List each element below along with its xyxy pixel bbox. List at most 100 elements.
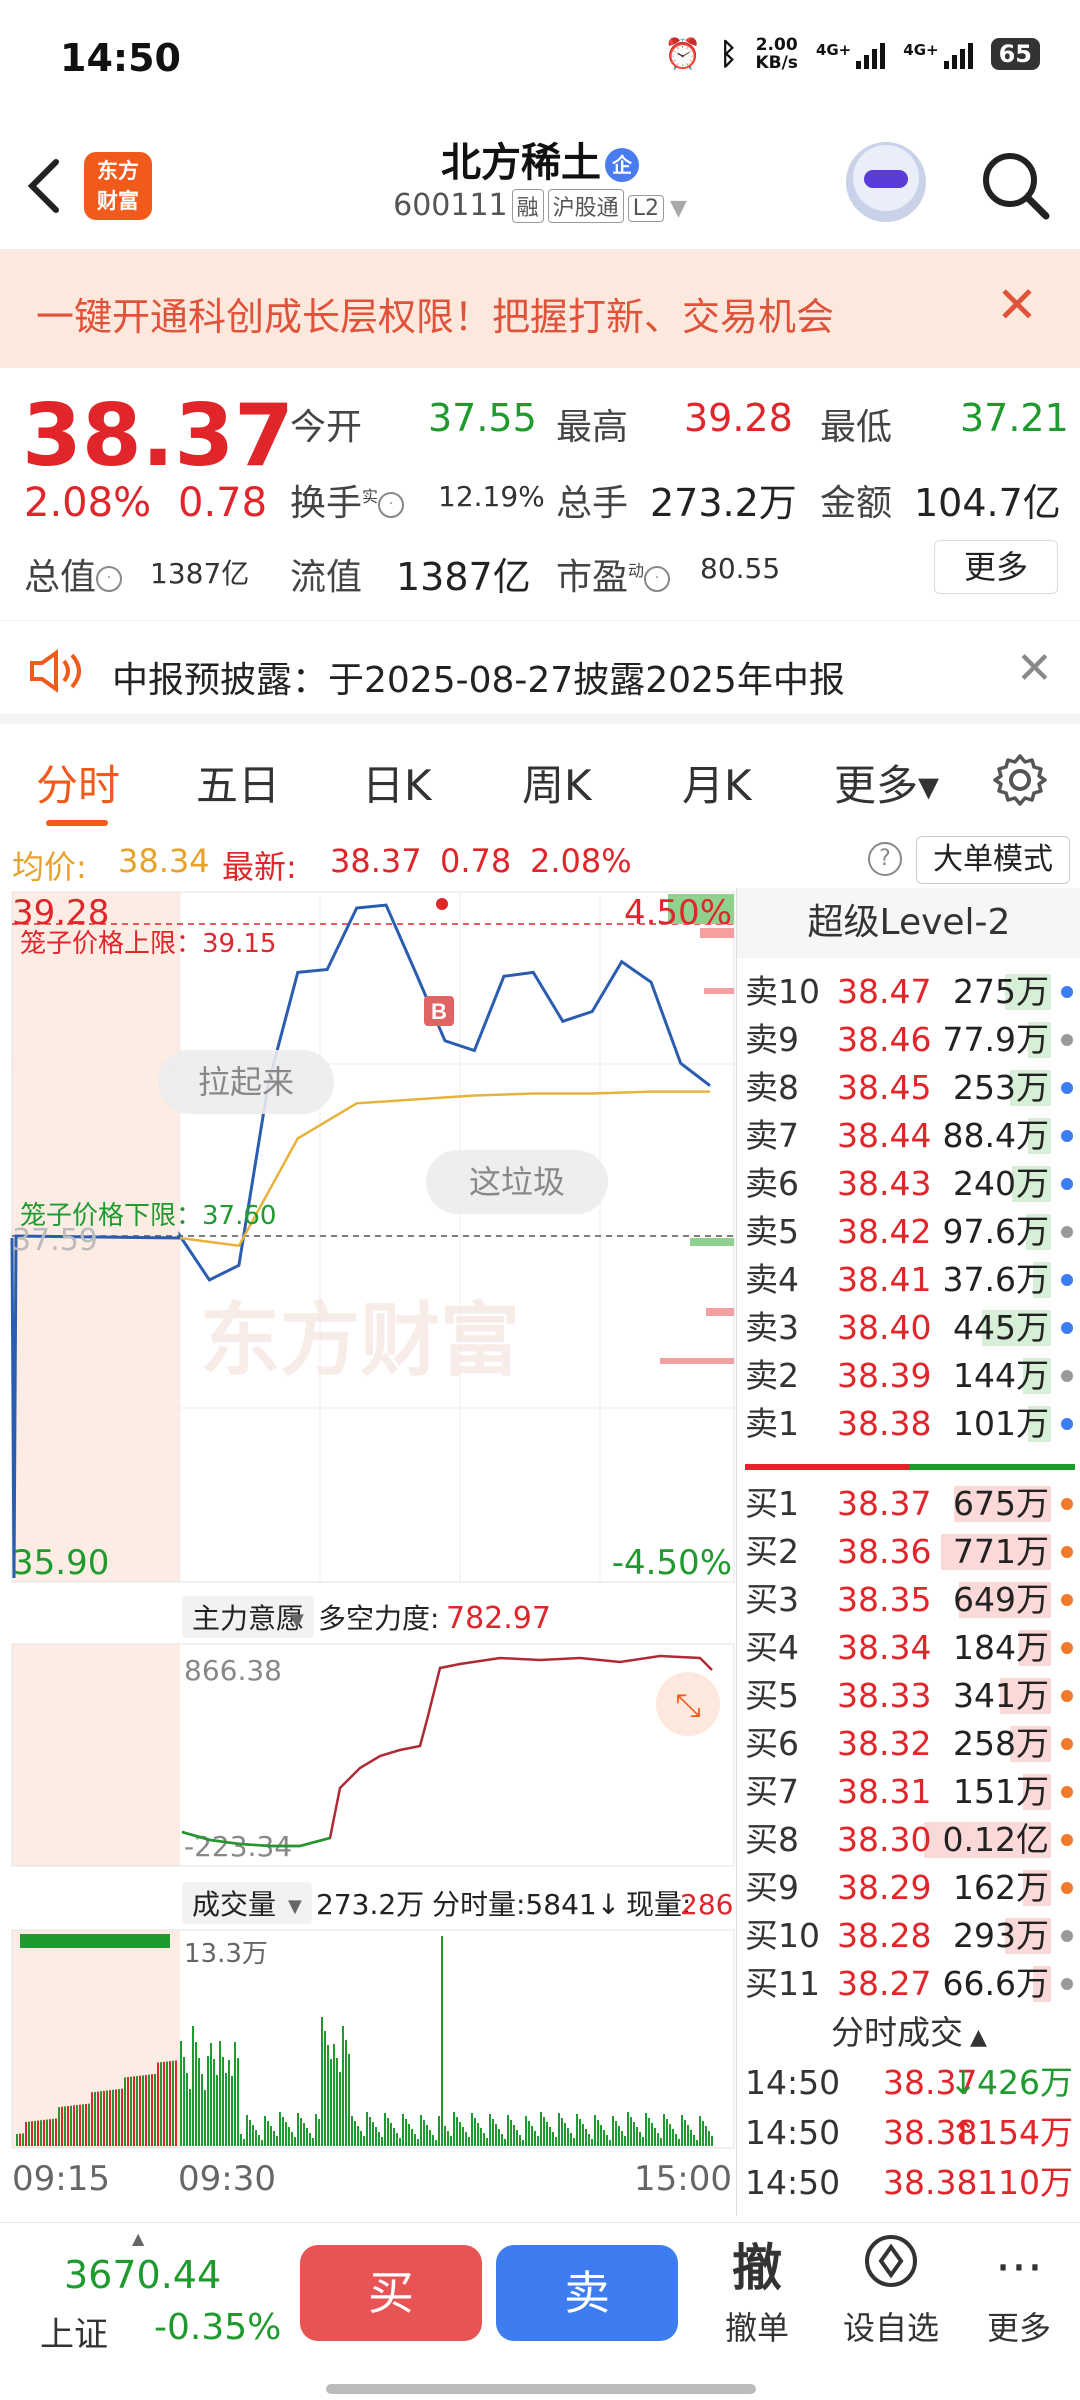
tab-five-day[interactable]: 五日 (196, 752, 280, 813)
bid-row[interactable]: 买3 38.35 649万 (745, 1576, 1077, 1624)
bid-row[interactable]: 买8 38.30 0.12亿 (745, 1816, 1077, 1864)
big-order-mode-button[interactable]: 大单模式 (916, 836, 1070, 884)
ind-top-label: 866.38 (184, 1654, 282, 1687)
volume-bar (489, 2114, 491, 2146)
ask-row[interactable]: 卖4 38.41 37.6万 (745, 1256, 1077, 1304)
ask-row[interactable]: 卖5 38.42 97.6万 (745, 1208, 1077, 1256)
volume-bar (231, 2076, 233, 2146)
volume-bar (195, 2042, 197, 2146)
ask-row[interactable]: 卖3 38.40 445万 (745, 1304, 1077, 1352)
ask-row[interactable]: 卖7 38.44 88.4万 (745, 1112, 1077, 1160)
bid-row[interactable]: 买10 38.28 293万 (745, 1912, 1077, 1960)
volume-bar (423, 2120, 425, 2146)
volume-bar (618, 2126, 620, 2146)
volume-bar (300, 2118, 302, 2146)
volume-bar (303, 2123, 305, 2146)
volume-bar (94, 2091, 96, 2146)
volume-bar (552, 2132, 554, 2146)
order-book-panel[interactable]: 超级Level-2 卖10 38.47 275万 卖9 38.46 77.9万 … (736, 888, 1080, 2216)
cancel-order-button[interactable]: 撤 撤单 (702, 2233, 812, 2349)
x-mid-label: 09:30 (178, 2159, 276, 2199)
close-icon[interactable]: ✕ (1016, 643, 1053, 694)
volume-bar (420, 2115, 422, 2146)
close-icon[interactable]: ✕ (996, 276, 1038, 334)
volume-bar (591, 2139, 593, 2146)
tab-more[interactable]: 更多▾ (834, 752, 939, 813)
volume-bar (405, 2119, 407, 2146)
ask-row[interactable]: 卖8 38.45 253万 (745, 1064, 1077, 1112)
volume-bar (582, 2124, 584, 2146)
volume-bar (609, 2140, 611, 2146)
volume-bar (228, 2060, 230, 2146)
comment-bubble-text: 这垃圾 (469, 1163, 565, 1201)
notice-text[interactable]: 中报预披露：于2025-08-27披露2025年中报 (112, 651, 845, 703)
bid-row[interactable]: 买2 38.36 771万 (745, 1528, 1077, 1576)
volume-bar (67, 2106, 69, 2146)
assistant-robot-icon[interactable] (846, 142, 926, 222)
home-indicator[interactable] (326, 2384, 756, 2394)
index-name[interactable]: 上证 (40, 2307, 108, 2356)
volume-bar (681, 2115, 683, 2146)
bid-row[interactable]: 买1 38.37 675万 (745, 1480, 1077, 1528)
volume-bar (705, 2126, 707, 2146)
volume-bar (169, 2061, 171, 2146)
ask-row[interactable]: 卖1 38.38 101万 (745, 1400, 1077, 1448)
mktcap-label: 总值 · (24, 548, 123, 600)
level2-title[interactable]: 超级Level-2 (737, 888, 1080, 958)
buy-button[interactable]: 买 (300, 2245, 482, 2341)
volume-bar (657, 2133, 659, 2146)
promo-text[interactable]: 一键开通科创成长层权限！把握打新、交易机会 (36, 286, 834, 341)
more-quote-button[interactable]: 更多 (934, 540, 1058, 594)
trade-row[interactable]: 14:50 38.38 110万 (745, 2158, 1077, 2208)
volume-bar (237, 2058, 239, 2146)
bid-row[interactable]: 买7 38.31 151万 (745, 1768, 1077, 1816)
volume-bar (339, 2072, 341, 2146)
low-value: 37.21 (960, 396, 1069, 440)
volume-bar (273, 2131, 275, 2146)
volume-bar (312, 2138, 314, 2146)
trade-row[interactable]: 14:50 38.37 ↓426万 (745, 2058, 1077, 2108)
ask-row[interactable]: 卖6 38.43 240万 (745, 1160, 1077, 1208)
latest-change: 0.78 (440, 842, 512, 880)
volume-bar (82, 2104, 84, 2146)
tab-daily-k[interactable]: 日K (362, 752, 432, 813)
trades-title[interactable]: 分时成交 ▲ (737, 2006, 1080, 2054)
add-watchlist-button[interactable]: 设自选 (836, 2233, 946, 2349)
search-icon[interactable] (976, 146, 1056, 226)
bid-row[interactable]: 买4 38.34 184万 (745, 1624, 1077, 1672)
sell-button[interactable]: 卖 (496, 2245, 678, 2341)
bid-row[interactable]: 买9 38.29 162万 (745, 1864, 1077, 1912)
bid-row[interactable]: 买5 38.33 341万 (745, 1672, 1077, 1720)
notice-bar[interactable]: 中报预披露：于2025-08-27披露2025年中报 ✕ (0, 620, 1080, 724)
bid-row[interactable]: 买11 38.27 66.6万 (745, 1960, 1077, 2008)
index-pct[interactable]: -0.35% (154, 2307, 281, 2348)
volume-bar (288, 2127, 290, 2146)
bid-row[interactable]: 买6 38.32 258万 (745, 1720, 1077, 1768)
svg-text:主力意愿: 主力意愿 (192, 1602, 304, 1635)
alarm-icon: ⏰ (664, 36, 702, 72)
ask-row[interactable]: 卖2 38.39 144万 (745, 1352, 1077, 1400)
status-dot (1061, 1546, 1073, 1558)
info-dot-icon: · (378, 492, 405, 518)
promo-banner[interactable]: 一键开通科创成长层权限！把握打新、交易机会 ✕ (0, 250, 1080, 368)
gear-icon[interactable] (990, 750, 1050, 810)
index-value[interactable]: 3670.44 (64, 2253, 221, 2297)
volume-bar (201, 2074, 203, 2146)
volume-bar (148, 2074, 150, 2146)
mktcap-value: 1387亿 (150, 557, 250, 590)
status-dot (1061, 1834, 1073, 1846)
volume-bar (166, 2061, 168, 2146)
more-actions-button[interactable]: ··· 更多 (964, 2233, 1074, 2349)
intraday-chart[interactable]: B 东方财富 拉起来 这垃圾 39.28 4.50% 笼子价格上限：39.15 … (0, 888, 736, 2222)
ask-row[interactable]: 卖9 38.46 77.9万 (745, 1016, 1077, 1064)
ask-row[interactable]: 卖10 38.47 275万 (745, 968, 1077, 1016)
volume-bar (474, 2118, 476, 2146)
tab-monthly-k[interactable]: 月K (682, 752, 752, 813)
help-icon[interactable]: ? (868, 842, 902, 876)
volume-bar (180, 2041, 182, 2146)
tab-intraday[interactable]: 分时 (36, 752, 120, 813)
trade-row[interactable]: 14:50 38.38 ↑154万 (745, 2108, 1077, 2158)
tab-weekly-k[interactable]: 周K (522, 752, 592, 813)
volume-bar (100, 2091, 102, 2146)
volume-bar (393, 2128, 395, 2146)
